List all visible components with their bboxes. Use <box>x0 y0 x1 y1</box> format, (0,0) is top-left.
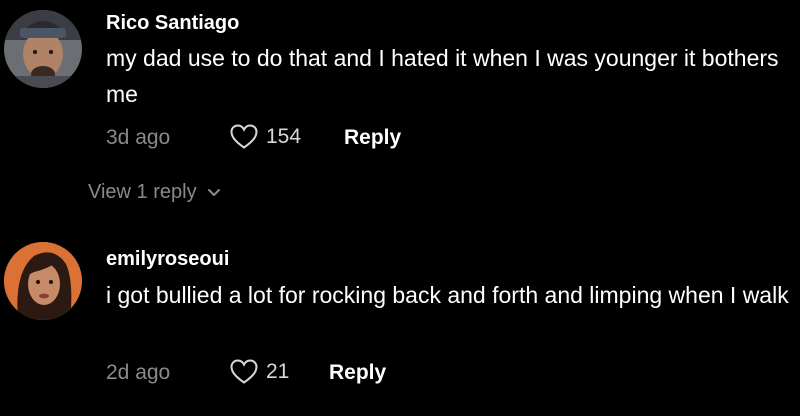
like-count: 21 <box>266 360 290 383</box>
like-count: 154 <box>266 125 302 148</box>
view-replies-label: View 1 reply <box>88 181 197 203</box>
heart-icon <box>230 359 258 385</box>
avatar-image <box>4 10 82 88</box>
comment-item: emilyroseoui i got bullied a lot for roc… <box>0 230 800 416</box>
like-button[interactable]: 154 <box>230 124 301 150</box>
avatar[interactable] <box>4 10 82 88</box>
heart-icon <box>230 124 258 150</box>
comment-timestamp: 2d ago <box>106 361 171 384</box>
chevron-down-icon <box>207 181 221 204</box>
like-button[interactable]: 21 <box>230 359 289 385</box>
reply-button[interactable]: Reply <box>329 361 386 385</box>
comment-timestamp: 3d ago <box>106 126 171 149</box>
avatar-image <box>4 242 82 320</box>
avatar[interactable] <box>4 242 82 320</box>
comment-text: i got bullied a lot for rocking back and… <box>106 282 789 308</box>
comment-item: Rico Santiago my dad use to do that and … <box>0 0 800 220</box>
reply-button[interactable]: Reply <box>344 126 401 150</box>
view-replies-button[interactable]: View 1 reply <box>88 181 221 204</box>
comment-username[interactable]: emilyroseoui <box>106 248 229 271</box>
comment-text: my dad use to do that and I hated it whe… <box>106 45 779 107</box>
comment-username[interactable]: Rico Santiago <box>106 12 239 35</box>
